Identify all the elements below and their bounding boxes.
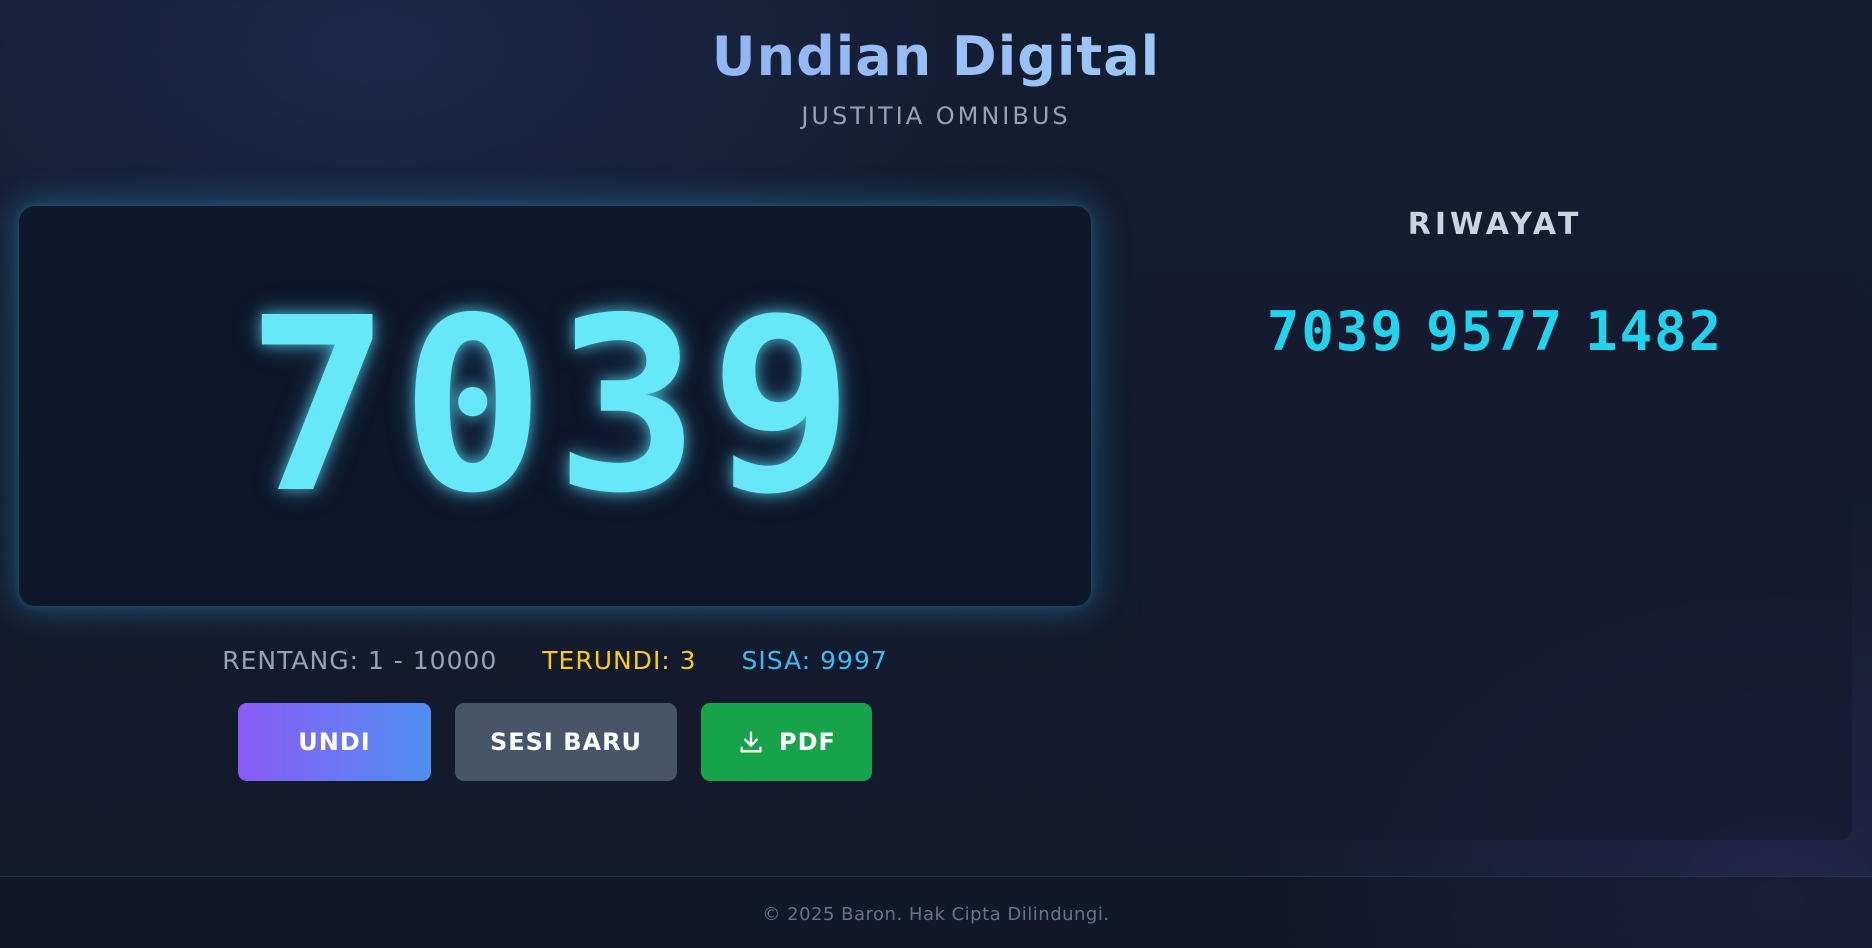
page-subtitle: JUSTITIA OMNIBUS [801,102,1071,130]
pdf-export-button[interactable]: PDF [701,703,872,781]
copyright-text: © 2025 Baron. Hak Cipta Dilindungi. [762,904,1110,925]
action-buttons: UNDI SESI BARU PDF [238,703,872,781]
page-header: Undian Digital JUSTITIA OMNIBUS [0,24,1872,130]
drawn-count-stat: TERUNDI: 3 [542,646,697,675]
download-icon [737,728,765,756]
stats-bar: RENTANG: 1 - 10000 TERUNDI: 3 SISA: 9997 [19,646,1091,675]
history-list: 7039 9577 1482 [1138,300,1852,363]
history-title: RIWAYAT [1407,207,1583,242]
number-display: 7039 [19,206,1091,606]
pdf-button-label: PDF [779,728,836,756]
history-item: 1482 [1585,300,1724,363]
page-title: Undian Digital [711,25,1161,88]
history-item: 9577 [1425,300,1565,363]
draw-button[interactable]: UNDI [238,703,431,781]
current-number: 7039 [246,266,864,546]
range-stat: RENTANG: 1 - 10000 [222,646,498,675]
page-footer: © 2025 Baron. Hak Cipta Dilindungi. [0,876,1872,948]
history-item: 7039 [1266,300,1405,363]
history-panel: 7039 9577 1482 [1138,272,1852,840]
new-session-button[interactable]: SESI BARU [455,703,677,781]
remaining-count-stat: SISA: 9997 [741,646,888,675]
